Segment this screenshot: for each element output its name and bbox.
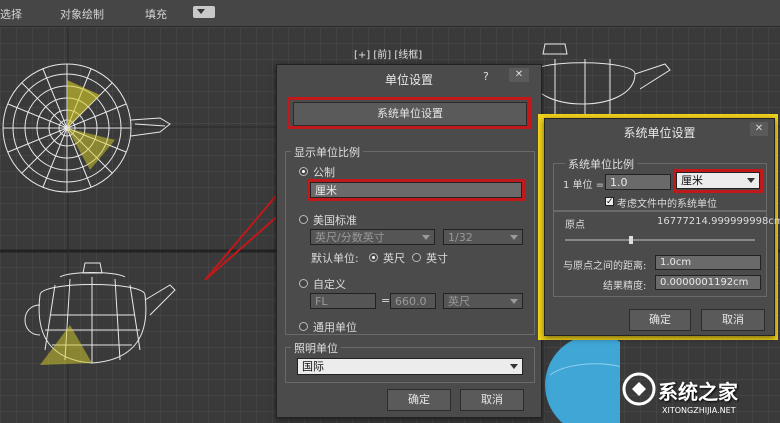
metric-select[interactable]: 厘米	[310, 182, 522, 198]
help-icon[interactable]: ?	[483, 70, 489, 83]
system-unit-setup-dialog: 系统单位设置 ✕ 系统单位比例 1 单位 = 1.0 厘米 ✓ 考虑文件中的系统…	[544, 118, 780, 336]
generic-units-radio[interactable]	[299, 322, 308, 331]
slider-handle[interactable]	[629, 236, 633, 244]
chevron-down-icon	[747, 178, 755, 183]
ok-button[interactable]: 确定	[387, 389, 451, 411]
generic-units-label: 通用单位	[313, 321, 357, 334]
system-ok-button[interactable]: 确定	[629, 309, 691, 331]
us-unit-select[interactable]: 英尺/分数英寸	[310, 229, 435, 245]
custom-name-field[interactable]: FL	[310, 293, 376, 309]
equals-sign: =	[381, 294, 391, 307]
us-standard-label: 美国标准	[313, 214, 357, 227]
close-button[interactable]: ✕	[509, 68, 529, 82]
consider-file-label: 考虑文件中的系统单位	[617, 199, 717, 210]
chevron-down-icon	[510, 299, 518, 304]
distance-label: 与原点之间的距离:	[563, 261, 647, 272]
custom-unit-select[interactable]: 英尺	[443, 293, 523, 309]
metric-select-value: 厘米	[315, 184, 337, 197]
system-unit-value: 厘米	[681, 174, 703, 187]
lighting-units-title: 照明单位	[291, 340, 341, 356]
custom-amount-field[interactable]: 660.0	[390, 293, 436, 309]
system-unit-select[interactable]: 厘米	[676, 172, 760, 189]
system-dialog-title: 系统单位设置	[623, 126, 696, 140]
us-unit-value: 英尺/分数英寸	[315, 231, 385, 244]
one-unit-field[interactable]: 1.0	[605, 174, 671, 190]
inch-label: 英寸	[426, 252, 448, 265]
system-unit-scale-title: 系统单位比例	[565, 156, 637, 172]
watermark-logo-icon	[622, 372, 656, 406]
chevron-down-icon	[510, 235, 518, 240]
chevron-down-icon	[422, 235, 430, 240]
one-unit-label: 1 单位 =	[563, 180, 605, 191]
cancel-button[interactable]: 取消	[460, 389, 524, 411]
us-standard-radio[interactable]	[299, 215, 308, 224]
system-cancel-button[interactable]: 取消	[701, 309, 765, 331]
lighting-units-value: 国际	[302, 360, 324, 373]
us-fraction-value: 1/32	[448, 231, 473, 244]
origin-label: 原点	[565, 220, 585, 231]
lighting-units-select[interactable]: 国际	[297, 358, 523, 375]
system-close-button[interactable]: ✕	[750, 122, 768, 136]
precision-field: 0.0000001192cm	[655, 275, 761, 290]
custom-label: 自定义	[313, 278, 346, 291]
distance-field[interactable]: 1.0cm	[655, 255, 761, 270]
metric-label: 公制	[313, 166, 335, 179]
feet-label: 英尺	[383, 252, 405, 265]
us-fraction-select[interactable]: 1/32	[443, 229, 523, 245]
watermark-url: XITONGZHIJIA.NET	[662, 406, 736, 415]
watermark: 系统之家 XITONGZHIJIA.NET	[622, 372, 772, 420]
watermark-logo-text: 系统之家	[658, 380, 738, 404]
feet-radio[interactable]	[369, 253, 378, 262]
default-unit-label: 默认单位:	[311, 252, 359, 265]
origin-slider[interactable]	[565, 236, 755, 244]
system-unit-setup-button[interactable]: 系统单位设置	[293, 102, 527, 126]
custom-unit-value: 英尺	[448, 295, 470, 308]
unit-setup-dialog: 单位设置 ? ✕ 系统单位设置 显示单位比例 公制 厘米 美国标准 英尺/分数英…	[276, 64, 542, 418]
display-unit-scale-title: 显示单位比例	[291, 144, 363, 160]
origin-value: 16777214.999999998cm	[657, 216, 780, 227]
slider-track	[565, 239, 755, 241]
custom-radio[interactable]	[299, 279, 308, 288]
dialog-title: 单位设置	[384, 73, 433, 87]
consider-file-checkbox[interactable]: ✓	[605, 197, 614, 207]
precision-label: 结果精度:	[603, 281, 647, 292]
inch-radio[interactable]	[412, 253, 421, 262]
metric-radio[interactable]	[299, 167, 308, 176]
chevron-down-icon	[510, 364, 518, 369]
